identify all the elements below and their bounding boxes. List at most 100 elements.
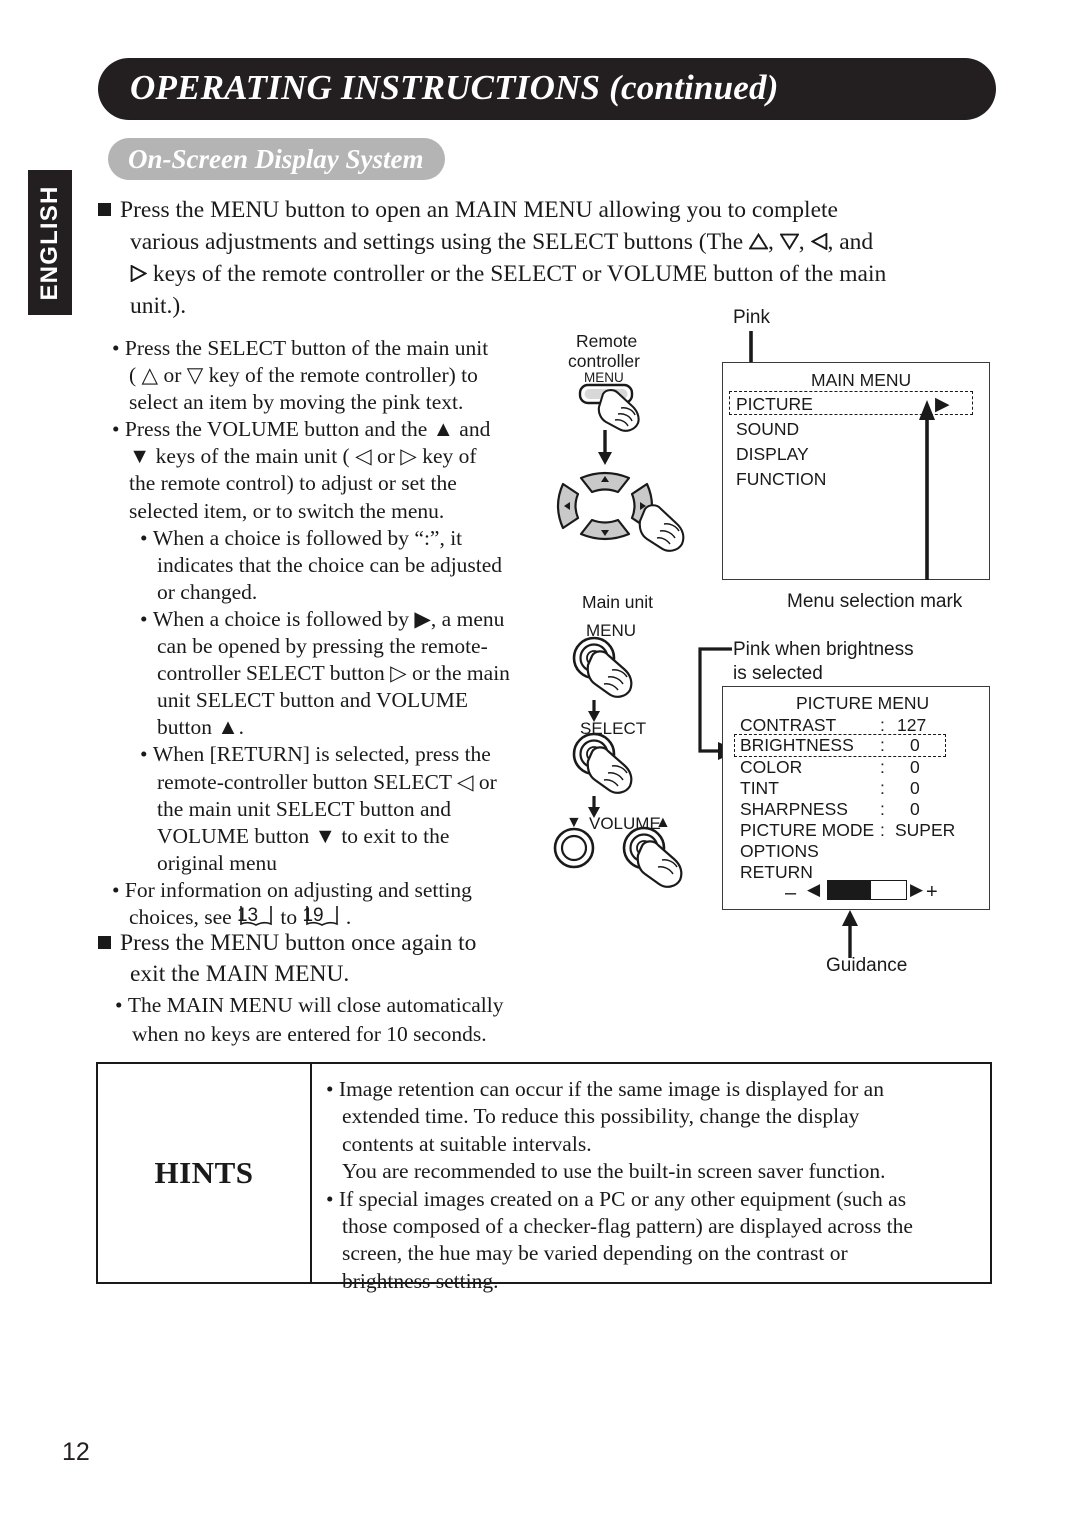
- picture-menu-value-contrast: 127: [897, 715, 927, 735]
- picture-menu-value-tint: 0: [910, 778, 920, 798]
- menu-selection-mark-arrow: [919, 400, 935, 580]
- picture-menu-label-color[interactable]: COLOR: [740, 757, 802, 778]
- exit-menu-paragraph: Press the MENU button once again to exit…: [98, 928, 568, 1048]
- bullet-line: the main unit SELECT button and: [157, 796, 452, 821]
- hints-box: HINTS • Image retention can occur if the…: [96, 1062, 992, 1293]
- language-tab: ENGLISH: [28, 170, 72, 315]
- main-menu-item-display[interactable]: DISPLAY: [736, 444, 809, 465]
- lead-line-4: unit.).: [130, 293, 187, 319]
- guidance-right-arrow-icon[interactable]: ▶: [910, 880, 923, 900]
- bullet-dot-icon: •: [115, 993, 128, 1017]
- lead-paragraph: Press the MENU button to open an MAIN ME…: [98, 194, 990, 322]
- bullet-dot-icon: •: [112, 417, 125, 442]
- hints-item: You are recommended to use the built-in …: [326, 1158, 978, 1185]
- bullet-line: selected item, or to switch the menu.: [129, 498, 445, 523]
- bullet-line: ▼ keys of the main unit ( ◁ or ▷ key of: [129, 444, 477, 469]
- bullet-line: Press the VOLUME button and the ▲ and: [124, 417, 491, 442]
- picture-menu-value-picture-mode: SUPER: [895, 820, 956, 840]
- pageref-from: 13: [236, 904, 259, 926]
- main-unit-label: Main unit: [582, 592, 654, 612]
- bullet-dot-icon: •: [112, 336, 125, 360]
- triangle-down-outline-icon: [779, 233, 799, 250]
- bullet-line: When a choice is followed by ▶, a menu: [152, 606, 505, 631]
- picture-menu-label-brightness[interactable]: BRIGHTNESS: [740, 735, 854, 756]
- main-menu-osd-box: MAIN MENU PICTURE ▶ SOUND DISPLAY FUNCTI…: [722, 362, 990, 580]
- page-title: OPERATING INSTRUCTIONS (continued): [130, 68, 779, 108]
- main-menu-item-function[interactable]: FUNCTION: [736, 469, 826, 490]
- hints-line: screen, the hue may be varied depending …: [342, 1241, 848, 1266]
- picture-menu-label-return[interactable]: RETURN: [740, 862, 813, 883]
- guidance-plus-label: +: [926, 881, 938, 903]
- exit-line-1: Press the MENU button once again to: [120, 930, 477, 956]
- square-bullet-icon: [98, 203, 111, 216]
- exit-line-2: exit the MAIN MENU.: [130, 961, 350, 987]
- list-item-arrow-choice: • When a choice is followed by ▶, a menu…: [140, 606, 552, 741]
- hints-item: brightness setting.: [326, 1268, 978, 1295]
- language-tab-label: ENGLISH: [36, 184, 63, 301]
- hints-divider: [310, 1064, 312, 1282]
- hints-line: Image retention can occur if the same im…: [338, 1077, 884, 1101]
- main-menu-item-picture[interactable]: PICTURE: [736, 394, 813, 415]
- bullet-dot-icon: •: [112, 877, 125, 902]
- bullet-line: controller SELECT button ▷ or the main: [157, 661, 510, 686]
- bullet-line: indicates that the choice can be adjuste…: [157, 552, 503, 577]
- picture-menu-osd-box: PICTURE MENU CONTRAST : 127 BRIGHTNESS :…: [722, 686, 990, 910]
- picture-menu-label-contrast[interactable]: CONTRAST: [740, 715, 836, 736]
- hints-line: contents at suitable intervals.: [342, 1131, 592, 1156]
- lead-line-2d: , and: [827, 229, 874, 255]
- picture-menu-label-tint[interactable]: TINT: [740, 778, 779, 799]
- list-item-return-selected: • When [RETURN] is selected, press the r…: [140, 741, 552, 876]
- main-unit-illustration: [553, 636, 683, 888]
- bullet-line: When [RETURN] is selected, press the: [152, 742, 491, 767]
- guidance-minus-label: –: [785, 882, 797, 904]
- lead-line-2a: various adjustments and settings using t…: [130, 229, 749, 255]
- instruction-bullet-list: • Press the SELECT button of the main un…: [112, 335, 552, 931]
- guidance-bar-fill: [828, 881, 871, 899]
- hints-item: extended time. To reduce this possibilit…: [326, 1103, 978, 1130]
- bullet-line: Press the SELECT button of the main unit: [124, 336, 489, 360]
- triangle-up-outline-icon: [749, 233, 768, 250]
- picture-menu-value-brightness: 0: [910, 735, 920, 755]
- page-reference-icon-from: 13: [236, 904, 273, 929]
- bullet-line: button ▲.: [157, 715, 244, 740]
- hints-line: those composed of a checker-flag pattern…: [342, 1214, 913, 1239]
- page-header-bar: OPERATING INSTRUCTIONS (continued): [98, 58, 996, 120]
- pageref-line-1: For information on adjusting and setting: [124, 877, 472, 902]
- guidance-left-arrow-icon[interactable]: ◀: [807, 880, 820, 900]
- picture-menu-label-sharpness[interactable]: SHARPNESS: [740, 799, 848, 820]
- hints-line: extended time. To reduce this possibilit…: [342, 1104, 860, 1129]
- bullet-dot-icon: •: [140, 606, 153, 631]
- remote-controller-label-line1: Remote: [576, 331, 638, 351]
- picture-menu-title: PICTURE MENU: [796, 693, 930, 713]
- picture-menu-sep-picture-mode: :: [880, 820, 885, 840]
- guidance-callout-arrow: [842, 910, 858, 958]
- bullet-line: ( △ or ▽ key of the remote controller) t…: [129, 363, 478, 388]
- page-number: 12: [62, 1438, 90, 1466]
- hints-item: contents at suitable intervals.: [326, 1131, 978, 1158]
- pageref-to: 19: [302, 904, 324, 926]
- bullet-line: When a choice is followed by “:”, it: [152, 525, 463, 550]
- remote-controller-illustration: [556, 383, 685, 552]
- main-menu-item-sound[interactable]: SOUND: [736, 419, 799, 440]
- guidance-bar-track[interactable]: [827, 880, 907, 900]
- main-menu-title: MAIN MENU: [811, 370, 912, 390]
- hints-line: brightness setting.: [342, 1268, 499, 1293]
- bullet-dot-icon: •: [326, 1186, 339, 1211]
- picture-menu-sep-tint: :: [880, 778, 885, 798]
- hints-item: • If special images created on a PC or a…: [326, 1186, 978, 1213]
- remote-controller-label-line2: controller: [568, 351, 640, 371]
- callout-menu-selection-mark-label: Menu selection mark: [787, 591, 963, 612]
- hints-line: If special images created on a PC or any…: [338, 1186, 907, 1211]
- list-item-select-button: • Press the SELECT button of the main un…: [112, 335, 552, 416]
- hints-line: You are recommended to use the built-in …: [342, 1159, 886, 1184]
- picture-menu-label-options[interactable]: OPTIONS: [740, 841, 819, 862]
- section-subtitle-bar: On-Screen Display System: [108, 138, 446, 180]
- pageref-connector: to: [275, 904, 303, 929]
- hints-body: • Image retention can occur if the same …: [326, 1076, 978, 1295]
- lead-line-3: keys of the remote controller or the SEL…: [147, 261, 887, 287]
- bullet-line: VOLUME button ▼ to exit to the: [157, 823, 450, 848]
- picture-menu-label-picture-mode[interactable]: PICTURE MODE: [740, 820, 874, 841]
- bullet-line: unit SELECT button and VOLUME: [157, 688, 468, 713]
- exit-sub-line-2: when no keys are entered for 10 seconds.: [132, 1022, 487, 1046]
- bullet-dot-icon: •: [140, 742, 153, 767]
